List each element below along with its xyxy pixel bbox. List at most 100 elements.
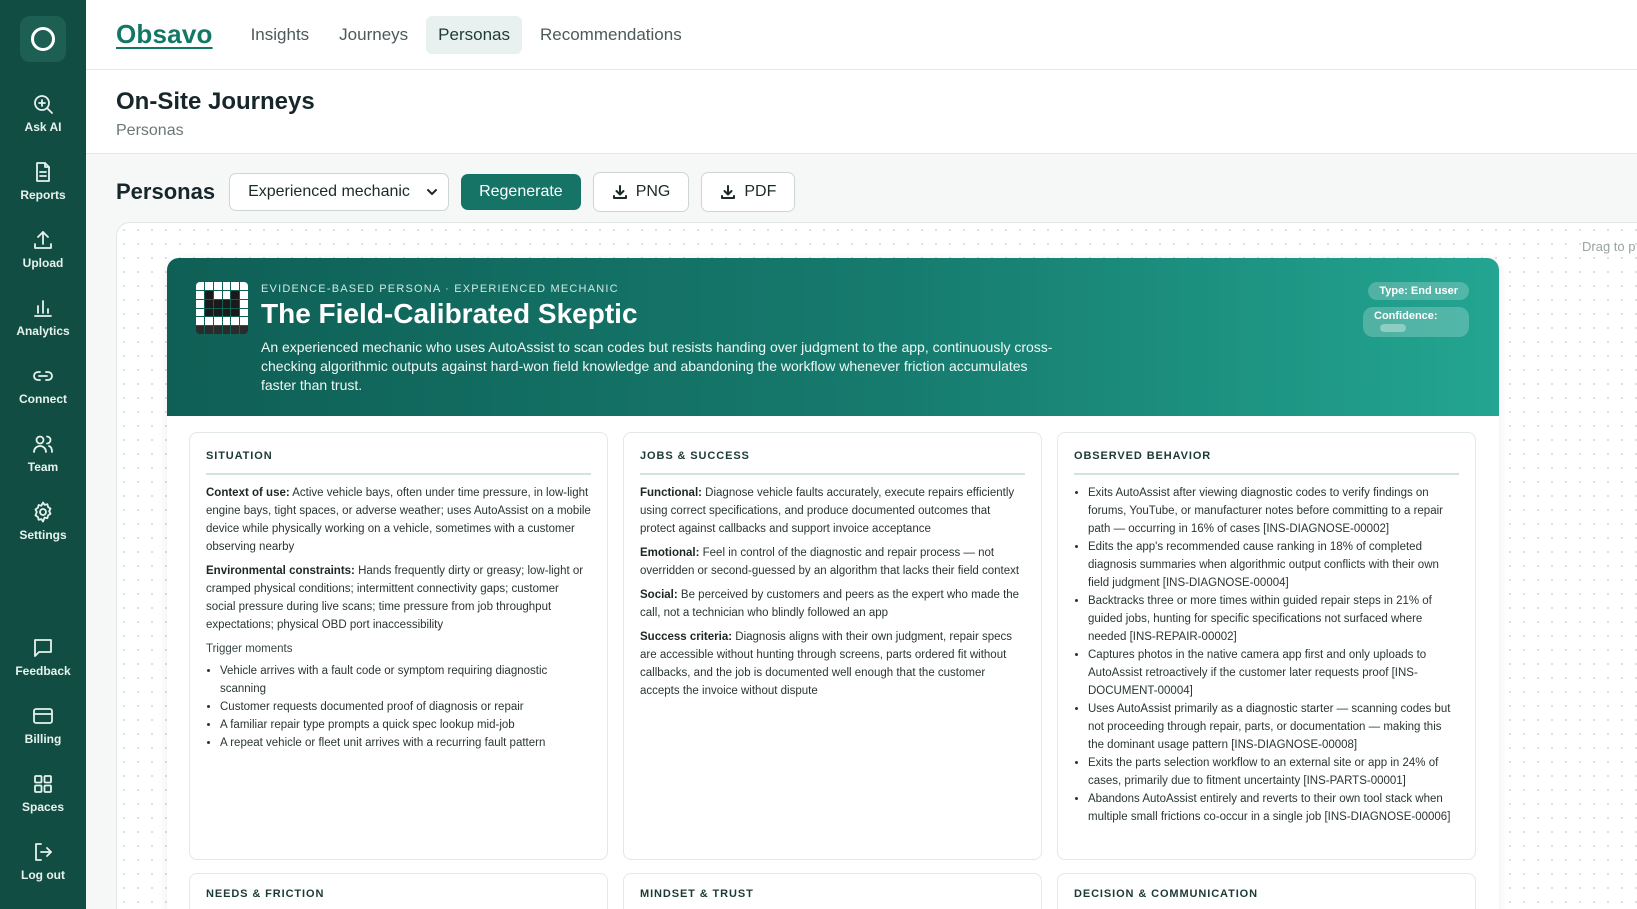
section-title: Personas <box>116 179 216 204</box>
page-subtitle: Personas <box>116 122 184 139</box>
brand-link[interactable]: Obsavo <box>116 19 213 50</box>
persona-header: EVIDENCE-BASED PERSONA · EXPERIENCED MEC… <box>167 258 1499 416</box>
top-nav-bar: Obsavo Insights Journeys Personas Recomm… <box>86 0 1637 70</box>
sidebar-item-logout[interactable]: Log out <box>0 840 86 882</box>
trigger-list: Vehicle arrives with a fault code or sym… <box>206 662 591 752</box>
list-item: Uses AutoAssist primarily as a diagnosti… <box>1088 700 1459 754</box>
chevron-down-icon <box>427 189 438 195</box>
section-decision-communication: DECISION & COMMUNICATION <box>1057 873 1476 909</box>
success-label: Success criteria: <box>640 631 733 643</box>
message-icon <box>34 639 52 657</box>
sidebar-item-feedback[interactable]: Feedback <box>0 636 86 678</box>
job-social: Social: Be perceived by customers and pe… <box>640 586 1025 622</box>
credit-card-icon <box>33 708 53 724</box>
section-observed-behavior: OBSERVED BEHAVIOR Exits AutoAssist after… <box>1057 432 1476 860</box>
sidebar-item-ask-ai[interactable]: Ask AI <box>0 92 86 134</box>
context-of-use: Context of use: Active vehicle bays, oft… <box>206 484 591 556</box>
section-situation: SITUATION Context of use: Active vehicle… <box>189 432 608 860</box>
page-title: On-Site Journeys <box>116 88 315 115</box>
job-emotional: Emotional: Feel in control of the diagno… <box>640 544 1025 580</box>
sidebar-item-reports[interactable]: Reports <box>0 160 86 202</box>
sidebar-item-label: Settings <box>19 528 67 542</box>
sidebar-item-label: Analytics <box>16 324 70 338</box>
sidebar-item-label: Spaces <box>21 800 65 814</box>
tab-recommendations[interactable]: Recommendations <box>528 16 694 54</box>
section-title: MINDSET & TRUST <box>640 888 754 900</box>
persona-toolbar: Personas Experienced mechanic Regenerate… <box>116 172 796 212</box>
list-item: A familiar repair type prompts a quick s… <box>220 716 591 734</box>
persona-type-badge: Type: End user <box>1368 282 1469 300</box>
sidebar-item-analytics[interactable]: Analytics <box>0 296 86 338</box>
functional-label: Functional: <box>640 487 702 499</box>
gear-icon <box>34 501 52 523</box>
persona-select[interactable]: Experienced mechanic <box>229 173 450 211</box>
sidebar-item-spaces[interactable]: Spaces <box>0 772 86 814</box>
list-item: Captures photos in the native camera app… <box>1088 646 1459 700</box>
search-sparkle-icon <box>34 95 53 114</box>
list-item: Exits the parts selection workflow to an… <box>1088 754 1459 790</box>
section-title: OBSERVED BEHAVIOR <box>1074 447 1459 475</box>
persona-description: An experienced mechanic who uses AutoAss… <box>261 339 1053 393</box>
download-icon <box>612 185 627 199</box>
persona-confidence-badge: Confidence: <box>1363 307 1469 337</box>
sidebar-item-label: Team <box>27 460 59 474</box>
section-title: NEEDS & FRICTION <box>206 888 325 900</box>
tab-insights[interactable]: Insights <box>239 16 322 54</box>
trigger-heading: Trigger moments <box>206 643 293 655</box>
behavior-list: Exits AutoAssist after viewing diagnosti… <box>1074 484 1459 826</box>
sidebar-item-label: Connect <box>19 392 67 406</box>
export-png-label: PNG <box>635 183 671 200</box>
link-icon <box>33 371 53 381</box>
list-item: Backtracks three or more times within gu… <box>1088 592 1459 646</box>
list-item: Edits the app's recommended cause rankin… <box>1088 538 1459 592</box>
logo-ring-icon <box>31 27 55 51</box>
download-icon <box>721 185 736 199</box>
sidebar-item-label: Upload <box>22 256 64 270</box>
list-item: Abandons AutoAssist entirely and reverts… <box>1088 790 1459 826</box>
app-logo[interactable] <box>20 16 66 62</box>
section-title: SITUATION <box>206 447 591 475</box>
env-label: Environmental constraints: <box>206 565 355 577</box>
sidebar-item-upload[interactable]: Upload <box>0 228 86 270</box>
sidebar-item-billing[interactable]: Billing <box>0 704 86 746</box>
persona-eyebrow: EVIDENCE-BASED PERSONA · EXPERIENCED MEC… <box>261 283 619 295</box>
regenerate-button[interactable]: Regenerate <box>461 174 581 210</box>
export-png-button[interactable]: PNG <box>592 172 690 212</box>
grid-icon <box>34 775 52 793</box>
sidebar-item-connect[interactable]: Connect <box>0 364 86 406</box>
section-needs-friction: NEEDS & FRICTION <box>189 873 608 909</box>
sidebar: Ask AI Reports Upload Analytics Connect … <box>0 0 86 909</box>
persona-card: EVIDENCE-BASED PERSONA · EXPERIENCED MEC… <box>167 258 1499 909</box>
tab-personas[interactable]: Personas <box>426 15 522 54</box>
page-header: On-Site Journeys Personas <box>86 70 1637 154</box>
job-functional: Functional: Diagnose vehicle faults accu… <box>640 484 1025 538</box>
confidence-label: Confidence: <box>1374 310 1438 322</box>
document-icon <box>36 162 50 182</box>
sidebar-item-team[interactable]: Team <box>0 432 86 474</box>
list-item: Vehicle arrives with a fault code or sym… <box>220 662 591 698</box>
list-item: A repeat vehicle or fleet unit arrives w… <box>220 734 591 752</box>
sidebar-item-settings[interactable]: Settings <box>0 500 86 542</box>
tab-journeys[interactable]: Journeys <box>327 16 420 54</box>
section-title: JOBS & SUCCESS <box>640 447 1025 475</box>
sidebar-item-label: Feedback <box>15 664 71 678</box>
upload-icon <box>34 231 52 249</box>
sidebar-item-label: Ask AI <box>24 120 62 134</box>
job-success-criteria: Success criteria: Diagnosis aligns with … <box>640 628 1025 700</box>
sidebar-item-label: Reports <box>20 188 66 202</box>
persona-sections: SITUATION Context of use: Active vehicle… <box>189 432 1477 860</box>
section-jobs-success: JOBS & SUCCESS Functional: Diagnose vehi… <box>623 432 1042 860</box>
persona-avatar-icon <box>196 282 248 334</box>
nav-tabs: Insights Journeys Personas Recommendatio… <box>239 15 694 54</box>
list-item: Exits AutoAssist after viewing diagnosti… <box>1088 484 1459 538</box>
sidebar-item-label: Log out <box>21 868 65 882</box>
section-title: DECISION & COMMUNICATION <box>1074 888 1258 900</box>
confidence-bar <box>1380 324 1406 333</box>
persona-name: The Field-Calibrated Skeptic <box>261 298 638 329</box>
export-pdf-button[interactable]: PDF <box>701 172 796 212</box>
persona-sections-lower: NEEDS & FRICTION MINDSET & TRUST DECISIO… <box>189 873 1477 909</box>
context-label: Context of use: <box>206 487 290 499</box>
logout-icon <box>35 843 52 861</box>
list-item: Customer requests documented proof of di… <box>220 698 591 716</box>
environmental-constraints: Environmental constraints: Hands frequen… <box>206 562 591 634</box>
